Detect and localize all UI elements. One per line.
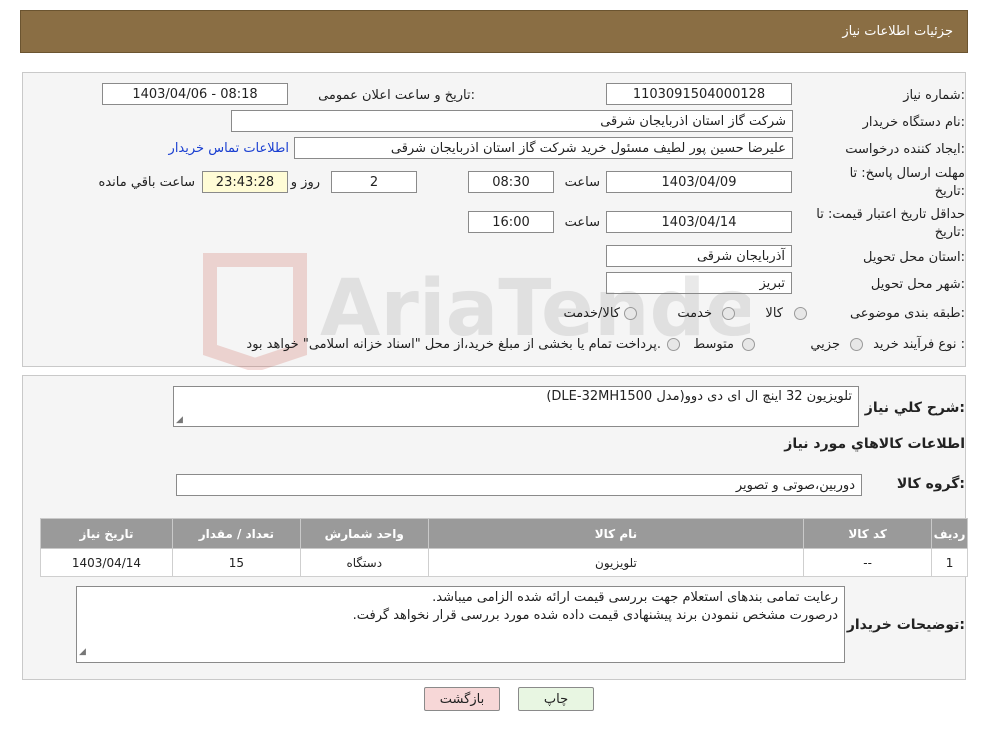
back-button[interactable]: بازگشت <box>424 687 500 711</box>
announce-field: 1403/04/06 - 08:18 <box>102 83 288 105</box>
validity-label-1: حداقل تاریخ اعتبار قیمت: تا <box>816 207 965 222</box>
page-title: جزئیات اطلاعات نیاز <box>842 24 953 39</box>
deadline-label-2: تاریخ: <box>934 184 965 199</box>
deadline-date-field: 1403/04/09 <box>606 171 792 193</box>
buyer-notes-line-2: درصورت مشخص ننمودن برند پیشنهادی قیمت دا… <box>352 608 838 623</box>
col-row: ردیف <box>931 518 968 549</box>
province-label: استان محل تحویل: <box>863 250 965 265</box>
need-number-field: 1103091504000128 <box>606 83 792 105</box>
print-button[interactable]: چاپ <box>518 687 594 711</box>
process-radio-treasury[interactable] <box>667 338 680 351</box>
category-label: طبقه بندی موضوعی: <box>849 306 965 321</box>
days-label: روز و <box>290 175 320 190</box>
category-radio-goods-service[interactable] <box>624 307 637 320</box>
contact-buyer-link[interactable]: اطلاعات تماس خریدار <box>169 141 289 156</box>
buyer-notes-line-1: رعایت تمامی بندهای استعلام جهت بررسی قیم… <box>432 590 838 605</box>
remaining-time-field: 23:43:28 <box>202 171 288 193</box>
page-header: جزئیات اطلاعات نیاز <box>20 10 968 53</box>
creator-field: علیرضا حسین پور لطیف مسئول خرید شرکت گاز… <box>294 137 793 159</box>
cell-date: 1403/04/14 <box>40 548 173 577</box>
process-radio-medium[interactable] <box>742 338 755 351</box>
process-label: نوع فرآیند خرید : <box>873 337 965 352</box>
process-option-minor: جزیي <box>810 337 840 352</box>
col-date: تاریخ نیاز <box>40 518 173 549</box>
category-option-goods: کالا <box>765 306 783 321</box>
creator-label: ایجاد کننده درخواست: <box>845 142 965 157</box>
col-code: کد کالا <box>803 518 933 549</box>
table-row: 1 -- تلویزیون دستگاه 15 1403/04/14 <box>40 548 968 577</box>
items-section-title: اطلاعات كالاهاي مورد نياز <box>784 436 965 452</box>
resize-grip-icon[interactable]: ◢ <box>176 415 183 425</box>
summary-label: شرح كلي نياز: <box>864 400 965 416</box>
deadline-time-label: ساعت <box>564 175 600 190</box>
validity-time-label: ساعت <box>564 215 600 230</box>
days-field: 2 <box>331 171 417 193</box>
city-label: شهر محل تحویل: <box>870 277 965 292</box>
table-header-row: ردیف کد کالا نام کالا واحد شمارش تعداد /… <box>40 518 968 549</box>
col-qty: تعداد / مقدار <box>171 518 301 549</box>
process-option-medium: متوسط <box>693 337 734 352</box>
items-table: ردیف کد کالا نام کالا واحد شمارش تعداد /… <box>40 518 968 577</box>
process-note: پرداخت تمام یا بخشی از مبلغ خرید،از محل … <box>246 337 661 352</box>
need-number-label: شماره نیاز: <box>903 88 965 103</box>
cell-row: 1 <box>931 548 968 577</box>
cell-unit: دستگاه <box>299 548 429 577</box>
buyer-org-field: شرکت گاز استان اذربایجان شرقی <box>231 110 793 132</box>
buyer-notes-textarea[interactable]: رعایت تمامی بندهای استعلام جهت بررسی قیم… <box>76 586 845 663</box>
category-radio-goods[interactable] <box>794 307 807 320</box>
group-label: گروه كالا: <box>896 476 965 492</box>
deadline-time-field: 08:30 <box>468 171 554 193</box>
group-field: دوربین،صوتی و تصویر <box>176 474 862 496</box>
validity-label-2: تاریخ: <box>934 225 965 240</box>
buyer-notes-label: توضیحات خریدار: <box>846 617 965 633</box>
process-radio-minor[interactable] <box>850 338 863 351</box>
category-option-goods-service: کالا/خدمت <box>563 306 620 321</box>
announce-label: تاریخ و ساعت اعلان عمومی: <box>318 88 475 103</box>
buyer-org-label: نام دستگاه خریدار: <box>862 115 965 130</box>
province-field: آذربایجان شرقی <box>606 245 792 267</box>
cell-name: تلویزیون <box>427 548 805 577</box>
category-radio-service[interactable] <box>722 307 735 320</box>
resize-grip-icon[interactable]: ◢ <box>79 643 86 661</box>
cell-qty: 15 <box>171 548 301 577</box>
summary-textarea[interactable]: تلویزیون 32 اینچ ال ای دی دوو(مدل DLE-32… <box>173 386 859 427</box>
col-name: نام کالا <box>427 518 805 549</box>
category-option-service: خدمت <box>677 306 712 321</box>
summary-text: تلویزیون 32 اینچ ال ای دی دوو(مدل DLE-32… <box>546 389 852 404</box>
cell-code: -- <box>803 548 933 577</box>
col-unit: واحد شمارش <box>299 518 429 549</box>
city-field: تبریز <box>606 272 792 294</box>
validity-date-field: 1403/04/14 <box>606 211 792 233</box>
remaining-label: ساعت باقي مانده <box>98 175 195 190</box>
validity-time-field: 16:00 <box>468 211 554 233</box>
deadline-label-1: مهلت ارسال پاسخ: تا <box>849 166 965 181</box>
